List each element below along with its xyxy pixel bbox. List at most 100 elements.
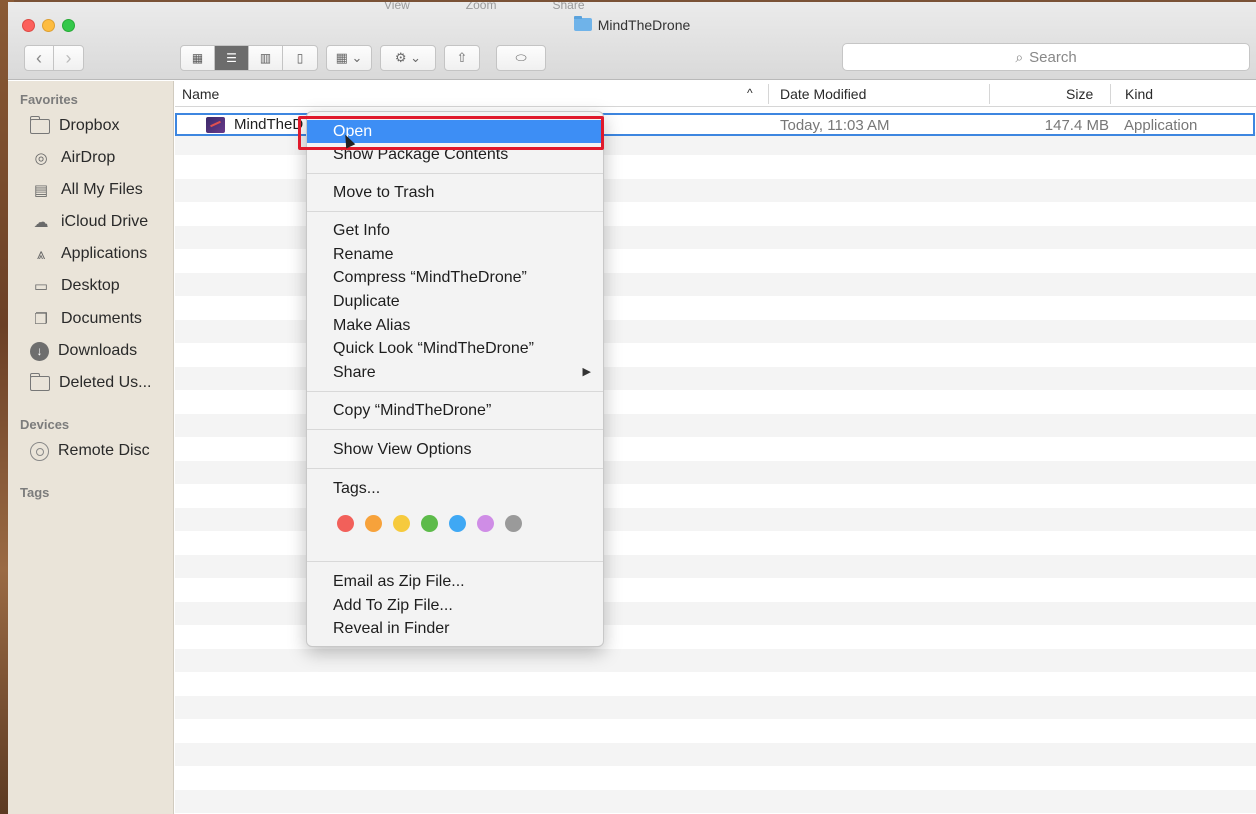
- list-icon: ☰: [226, 51, 237, 65]
- tag-orange-button[interactable]: [365, 515, 382, 532]
- tag-blue-button[interactable]: [449, 515, 466, 532]
- column-header-name[interactable]: Name: [182, 86, 219, 102]
- tag-purple-button[interactable]: [477, 515, 494, 532]
- list-stripe: [175, 789, 1256, 813]
- sidebar-item-downloads[interactable]: ↓ Downloads: [30, 338, 137, 364]
- sidebar-item-label: iCloud Drive: [61, 213, 149, 230]
- sidebar-item-icloud-drive[interactable]: ☁ iCloud Drive: [30, 209, 149, 235]
- menu-item-make-alias[interactable]: Make Alias: [307, 314, 603, 337]
- sidebar-item-applications[interactable]: ⩓ Applications: [30, 241, 148, 267]
- tag-icon: ⬭: [515, 50, 527, 65]
- ghost-label: View: [384, 2, 410, 12]
- file-date-modified: Today, 11:03 AM: [780, 117, 890, 134]
- menu-item-move-to-trash[interactable]: Move to Trash: [307, 181, 603, 204]
- file-kind: Application: [1124, 117, 1198, 134]
- coverflow-view-button[interactable]: ▯: [283, 46, 317, 70]
- sidebar-item-label: Applications: [61, 245, 148, 262]
- tag-yellow-button[interactable]: [393, 515, 410, 532]
- list-view-button[interactable]: ☰: [215, 46, 249, 70]
- finder-window: View Zoom Share MindTheDrone ‹ › ▦ ☰ ▥ ▯…: [8, 2, 1256, 814]
- column-header-kind[interactable]: Kind: [1125, 86, 1153, 102]
- menu-item-rename[interactable]: Rename: [307, 243, 603, 266]
- sidebar-item-desktop[interactable]: ▭ Desktop: [30, 273, 120, 299]
- airdrop-icon: ◎: [34, 150, 48, 167]
- menu-item-reveal-in-finder[interactable]: Reveal in Finder: [307, 617, 603, 640]
- list-stripe: [175, 648, 1256, 672]
- documents-icon: ❐: [34, 311, 48, 328]
- list-stripe: [175, 766, 1256, 790]
- folder-icon: [573, 16, 592, 31]
- tag-red-button[interactable]: [337, 515, 354, 532]
- disc-icon: [30, 441, 49, 461]
- icon-view-button[interactable]: ▦: [181, 46, 215, 70]
- sort-ascending-icon[interactable]: ^: [747, 86, 753, 100]
- cloud-icon: ☁: [33, 214, 49, 231]
- column-divider[interactable]: [1110, 84, 1111, 104]
- list-stripe: [175, 672, 1256, 696]
- tags-button[interactable]: ⬭: [496, 45, 546, 71]
- action-button[interactable]: ⚙ ⌄: [380, 45, 436, 71]
- sidebar: Favorites Dropbox ◎ AirDrop ▤ All My Files…: [8, 81, 174, 814]
- sidebar-header-devices: Devices: [20, 417, 70, 432]
- toolbar-ghost-labels: View Zoom Share: [384, 2, 585, 12]
- menu-item-share-label: Share: [333, 364, 376, 381]
- sidebar-item-documents[interactable]: ❐ Documents: [30, 306, 142, 332]
- chevron-right-icon: ›: [65, 47, 72, 68]
- tag-gray-button[interactable]: [505, 515, 522, 532]
- app-icon: [206, 117, 225, 133]
- sidebar-item-remote-disc[interactable]: Remote Disc: [30, 438, 150, 464]
- menu-item-email-zip[interactable]: Email as Zip File...: [307, 570, 603, 593]
- view-mode-control: ▦ ☰ ▥ ▯: [180, 45, 318, 71]
- window-title-text: MindTheDrone: [597, 17, 691, 33]
- sidebar-item-label: Downloads: [58, 342, 138, 359]
- sidebar-item-label: Deleted Us...: [59, 374, 152, 391]
- search-icon: ⌕: [1015, 48, 1024, 65]
- menu-item-quick-look[interactable]: Quick Look “MindTheDrone”: [307, 337, 603, 360]
- column-divider[interactable]: [989, 84, 990, 104]
- list-stripe: [175, 742, 1256, 766]
- menu-item-show-package-contents[interactable]: Show Package Contents: [307, 143, 603, 166]
- menu-item-copy[interactable]: Copy “MindTheDrone”: [307, 399, 603, 422]
- menu-separator: [307, 561, 603, 562]
- column-header-date-modified[interactable]: Date Modified: [780, 86, 866, 102]
- sidebar-item-label: Remote Disc: [58, 442, 150, 459]
- menu-item-share[interactable]: Share ▶: [307, 361, 603, 384]
- sidebar-header-favorites: Favorites: [20, 92, 78, 107]
- column-divider[interactable]: [768, 84, 769, 104]
- sidebar-item-airdrop[interactable]: ◎ AirDrop: [30, 145, 115, 171]
- menu-item-tags[interactable]: Tags...: [307, 477, 603, 500]
- share-button[interactable]: ⇧: [444, 45, 480, 71]
- context-menu: Open Show Package Contents Move to Trash…: [306, 111, 604, 647]
- list-header: Name ^ Date Modified Size Kind: [175, 81, 1256, 107]
- menu-item-get-info[interactable]: Get Info: [307, 219, 603, 242]
- menu-separator: [307, 429, 603, 430]
- arrange-button[interactable]: ▦ ⌄: [326, 45, 372, 71]
- arrange-icon: ▦ ⌄: [335, 50, 363, 65]
- column-header-size[interactable]: Size: [1066, 86, 1093, 102]
- menu-item-compress[interactable]: Compress “MindTheDrone”: [307, 266, 603, 289]
- sidebar-item-label: Dropbox: [59, 117, 120, 134]
- sidebar-item-all-my-files[interactable]: ▤ All My Files: [30, 177, 143, 203]
- grid-icon: ▦: [191, 51, 204, 65]
- all-files-icon: ▤: [33, 182, 49, 199]
- sidebar-item-dropbox[interactable]: Dropbox: [30, 113, 119, 139]
- column-view-button[interactable]: ▥: [249, 46, 283, 70]
- menu-separator: [307, 391, 603, 392]
- sidebar-header-tags: Tags: [20, 485, 50, 500]
- sidebar-item-deleted-users[interactable]: Deleted Us...: [30, 370, 151, 396]
- list-stripe: [175, 719, 1256, 743]
- chevron-left-icon: ‹: [36, 47, 42, 68]
- forward-button[interactable]: ›: [54, 46, 83, 70]
- search-field[interactable]: ⌕ Search: [842, 43, 1250, 71]
- menu-item-add-zip[interactable]: Add To Zip File...: [307, 594, 603, 617]
- menu-item-duplicate[interactable]: Duplicate: [307, 290, 603, 313]
- back-button[interactable]: ‹: [25, 46, 54, 70]
- window-title: MindTheDrone: [8, 16, 1256, 33]
- tag-color-picker: [337, 515, 522, 532]
- menu-separator: [307, 468, 603, 469]
- folder-icon: [30, 115, 50, 134]
- menu-item-show-view-options[interactable]: Show View Options: [307, 438, 603, 461]
- tag-green-button[interactable]: [421, 515, 438, 532]
- file-name: MindTheD: [234, 116, 304, 133]
- toolbar: View Zoom Share MindTheDrone ‹ › ▦ ☰ ▥ ▯…: [8, 2, 1256, 80]
